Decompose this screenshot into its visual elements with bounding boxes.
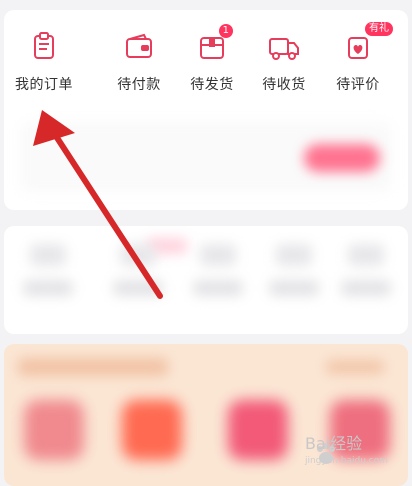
- blurred-asset: [336, 244, 396, 296]
- package-icon: 1: [195, 24, 233, 64]
- blurred-asset: [188, 244, 248, 296]
- blurred-promo-title: [18, 358, 168, 376]
- orders-card: 我的订单 待付款 1 待发货 待收货 有礼 待评价: [4, 10, 408, 210]
- truck-icon: [267, 30, 301, 64]
- shipment-count-badge: 1: [218, 24, 233, 38]
- blurred-banner: [20, 122, 392, 192]
- blurred-product: [122, 400, 182, 460]
- assets-card: [4, 226, 408, 334]
- watermark-tail: 经验: [330, 434, 363, 453]
- blurred-product: [228, 400, 288, 460]
- heart-bag-icon: 有礼: [341, 22, 393, 64]
- blurred-asset: [264, 244, 324, 296]
- watermark-brand: Bai: [304, 434, 331, 453]
- wallet-icon: [122, 30, 156, 64]
- pending-review-button[interactable]: 有礼 待评价: [318, 22, 398, 94]
- blurred-asset: [108, 244, 168, 296]
- blurred-product: [24, 400, 84, 460]
- order-label: 我的订单: [15, 77, 73, 93]
- order-label: 待收货: [262, 77, 306, 93]
- review-gift-badge: 有礼: [365, 22, 393, 36]
- baidu-watermark: Bai经验 jingyan.baidu.com: [305, 430, 388, 466]
- my-orders-button[interactable]: 我的订单: [4, 26, 84, 94]
- watermark-url: jingyan.baidu.com: [304, 456, 388, 466]
- clipboard-icon: [27, 30, 61, 64]
- blurred-asset: [18, 244, 78, 296]
- blurred-button: [304, 144, 380, 172]
- blurred-promo-link: [326, 360, 384, 374]
- pending-payment-button[interactable]: 待付款: [99, 26, 179, 94]
- order-status-bar: 我的订单 待付款 1 待发货 待收货 有礼 待评价: [4, 22, 408, 116]
- order-label: 待付款: [117, 77, 161, 93]
- order-label: 待发货: [190, 77, 234, 93]
- pending-receipt-button[interactable]: 待收货: [244, 26, 324, 94]
- pending-shipment-button[interactable]: 1 待发货: [172, 24, 252, 94]
- order-label: 待评价: [336, 77, 380, 93]
